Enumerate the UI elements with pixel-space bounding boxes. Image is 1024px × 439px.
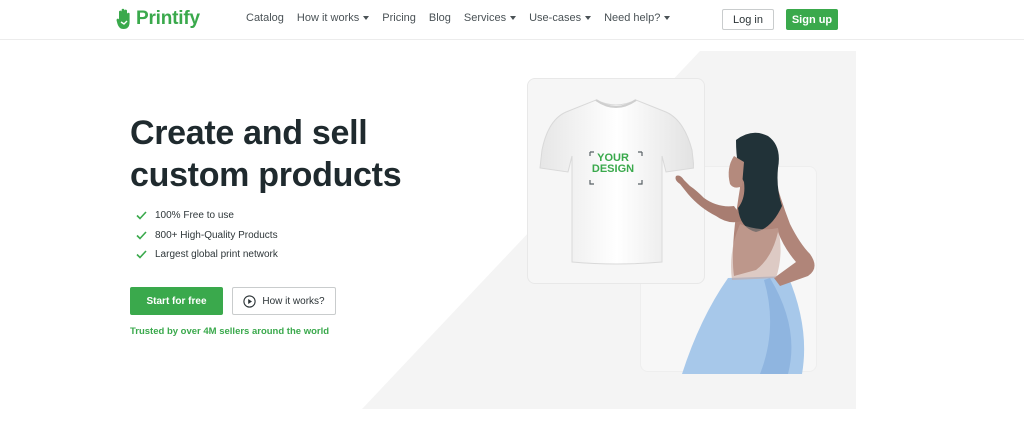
nav-item-how-it-works[interactable]: How it works	[296, 12, 370, 24]
feature-item: 100% Free to use	[136, 206, 278, 226]
printify-logo[interactable]: Printify	[116, 8, 200, 30]
hero-title: Create and sell custom products	[130, 112, 430, 196]
start-for-free-button[interactable]: Start for free	[130, 287, 223, 315]
hero-title-line1: Create and sell	[130, 114, 368, 152]
nav-label: Blog	[428, 12, 451, 24]
nav-item-blog[interactable]: Blog	[429, 12, 451, 24]
nav-label: How it works	[296, 12, 360, 24]
site-header: Printify Catalog How it works Pricing Bl…	[0, 0, 1024, 40]
feature-label: 100% Free to use	[155, 210, 234, 222]
nav-label: Need help?	[604, 12, 661, 24]
play-circle-icon	[243, 294, 257, 308]
trusted-text: Trusted by over 4M sellers around the wo…	[130, 326, 330, 337]
feature-label: 800+ High-Quality Products	[155, 229, 278, 241]
feature-list: 100% Free to use 800+ High-Quality Produ…	[136, 206, 278, 265]
logo-text: Printify	[136, 8, 200, 29]
nav-item-need-help[interactable]: Need help?	[604, 12, 671, 24]
nav-item-services[interactable]: Services	[463, 12, 517, 24]
nav-item-catalog[interactable]: Catalog	[246, 12, 284, 24]
nav-item-pricing[interactable]: Pricing	[382, 12, 416, 24]
signup-button[interactable]: Sign up	[786, 9, 838, 30]
nav-label: Use-cases	[529, 12, 582, 24]
woman-illustration	[675, 132, 815, 374]
hero-title-line2: custom products	[130, 156, 402, 194]
caret-down-icon	[585, 16, 592, 20]
login-button[interactable]: Log in	[722, 9, 774, 30]
caret-down-icon	[664, 16, 671, 20]
caret-down-icon	[510, 16, 517, 20]
nav-item-use-cases[interactable]: Use-cases	[529, 12, 592, 24]
design-line2: DESIGN	[591, 163, 635, 175]
main-nav: Catalog How it works Pricing Blog Servic…	[246, 12, 683, 24]
check-icon	[136, 231, 147, 240]
nav-label: Services	[463, 12, 507, 24]
nav-label: Catalog	[246, 12, 284, 24]
check-icon	[136, 250, 147, 259]
how-it-works-label: How it works?	[262, 295, 325, 307]
nav-label: Pricing	[382, 12, 416, 24]
check-icon	[136, 211, 147, 220]
printify-hand-icon	[116, 8, 130, 30]
feature-label: Largest global print network	[155, 249, 278, 261]
feature-item: 800+ High-Quality Products	[136, 226, 278, 246]
feature-item: Largest global print network	[136, 245, 278, 265]
your-design-label: YOUR DESIGN	[587, 153, 639, 175]
caret-down-icon	[363, 16, 370, 20]
how-it-works-button[interactable]: How it works?	[232, 287, 336, 315]
